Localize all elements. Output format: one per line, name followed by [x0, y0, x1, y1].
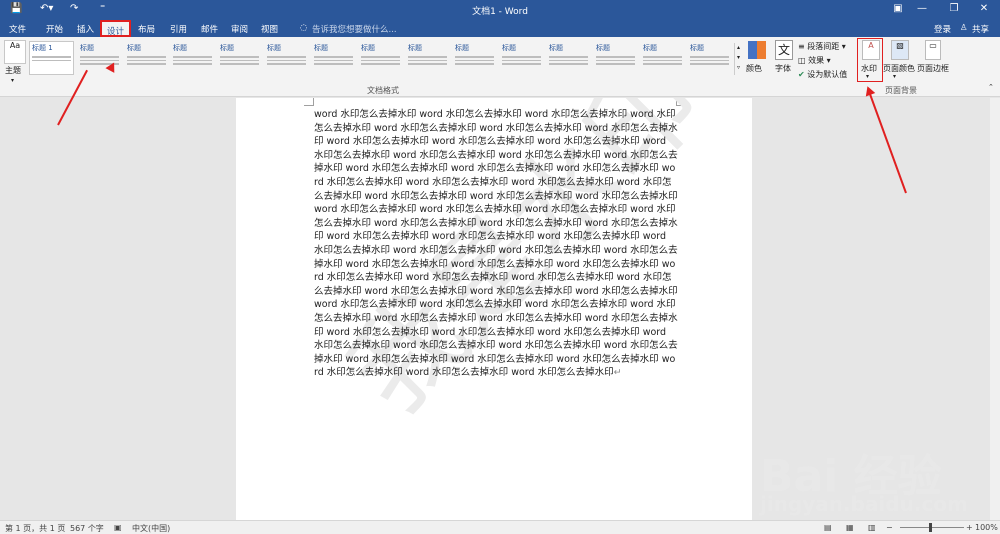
paragraph-spacing-button[interactable]: ≡ 段落间距 ▾: [798, 41, 846, 52]
minimize-icon[interactable]: —: [912, 3, 932, 14]
title-bar: 💾 ↶▾ ↷ ⁼ 文档1 - Word ▣ — ❐ ✕: [0, 0, 1000, 20]
style-set-title: 标题: [127, 44, 141, 52]
style-set-item[interactable]: 标题: [311, 41, 356, 75]
lightbulb-icon: ◌: [300, 23, 308, 33]
set-default-button[interactable]: ✔ 设为默认值: [798, 69, 847, 80]
style-set-item[interactable]: 标题 1: [29, 41, 74, 75]
restore-icon[interactable]: ❐: [944, 3, 964, 14]
page-color-icon[interactable]: ▧: [891, 40, 909, 60]
page-color-dropdown-icon[interactable]: ▾: [893, 73, 896, 80]
baidu-url: jingyan.baidu.com: [760, 492, 968, 516]
fonts-icon[interactable]: 文: [775, 40, 793, 60]
style-set-item[interactable]: 标题: [217, 41, 262, 75]
style-set-title: 标题: [643, 44, 657, 52]
style-set-title: 标题: [267, 44, 281, 52]
read-mode-icon[interactable]: ▤: [824, 523, 832, 532]
zoom-slider[interactable]: [900, 527, 964, 528]
style-set-item[interactable]: 标题: [640, 41, 685, 75]
zoom-level[interactable]: 100%: [975, 523, 998, 532]
style-set-title: 标题: [80, 44, 94, 52]
tab-mailings[interactable]: 邮件: [201, 23, 218, 35]
signin-link[interactable]: 登录: [934, 23, 951, 35]
style-set-item[interactable]: 标题: [452, 41, 497, 75]
style-set-title: 标题: [549, 44, 563, 52]
theme-icon[interactable]: Aa: [4, 40, 26, 64]
style-set-item[interactable]: 标题: [546, 41, 591, 75]
proofing-icon[interactable]: ▣: [114, 523, 122, 532]
close-icon[interactable]: ✕: [974, 3, 994, 14]
style-set-title: 标题: [314, 44, 328, 52]
page-color-button[interactable]: 页面颜色: [883, 63, 915, 74]
effects-label: 效果: [808, 56, 825, 65]
zoom-slider-thumb[interactable]: [929, 523, 932, 532]
style-set-title: 标题: [408, 44, 422, 52]
style-set-title: 标题: [455, 44, 469, 52]
window-title: 文档1 - Word: [472, 7, 528, 17]
style-set-title: 标题: [690, 44, 704, 52]
style-set-title: 标题: [220, 44, 234, 52]
style-set-item[interactable]: 标题: [499, 41, 544, 75]
person-icon: ♙: [960, 23, 968, 33]
document-page[interactable]: 我是水印 word 水印怎么去掉水印 word 水印怎么去掉水印 word 水印…: [236, 98, 752, 520]
style-set-title: 标题: [502, 44, 516, 52]
web-layout-icon[interactable]: ▥: [868, 523, 876, 532]
tab-insert[interactable]: 插入: [77, 23, 94, 35]
group-label-doc-format: 文档格式: [367, 86, 399, 95]
style-set-item[interactable]: 标题: [264, 41, 309, 75]
paragraph-mark-icon: ↵: [613, 367, 622, 379]
zoom-out-icon[interactable]: −: [886, 523, 893, 532]
ribbon-display-options-icon[interactable]: ▣: [888, 3, 908, 14]
page-border-icon[interactable]: ▭: [925, 40, 941, 60]
page-border-button[interactable]: 页面边框: [917, 63, 949, 74]
tab-view[interactable]: 视图: [261, 23, 278, 35]
body-paragraph: word 水印怎么去掉水印 word 水印怎么去掉水印 word 水印怎么去掉水…: [314, 109, 678, 379]
themes-button[interactable]: 主题: [5, 65, 21, 76]
document-body-text[interactable]: word 水印怎么去掉水印 word 水印怎么去掉水印 word 水印怎么去掉水…: [314, 108, 678, 380]
tab-review[interactable]: 审阅: [231, 23, 248, 35]
style-set-item[interactable]: 标题: [405, 41, 450, 75]
check-icon: ✔: [798, 70, 805, 79]
style-set-item[interactable]: 标题: [687, 41, 732, 75]
style-set-title: 标题 1: [32, 44, 53, 52]
watermark-highlight-box: [857, 38, 883, 82]
share-button[interactable]: 共享: [972, 23, 989, 35]
margin-corner: [304, 98, 314, 106]
paragraph-spacing-label: 段落间距: [807, 42, 840, 51]
style-set-title: 标题: [173, 44, 187, 52]
vertical-scrollbar[interactable]: [990, 98, 1000, 520]
tab-layout[interactable]: 布局: [138, 23, 155, 35]
tab-home[interactable]: 开始: [46, 23, 63, 35]
style-set-item[interactable]: 标题: [358, 41, 403, 75]
style-set-title: 标题: [361, 44, 375, 52]
style-set-title: 标题: [596, 44, 610, 52]
word-count[interactable]: 567 个字: [70, 523, 104, 534]
page-count[interactable]: 第 1 页，共 1 页: [5, 523, 65, 534]
status-bar: 第 1 页，共 1 页 567 个字 ▣ 中文(中国) ▤ ▦ ▥ − + 10…: [0, 520, 1000, 534]
tell-me-input[interactable]: 告诉我您想要做什么...: [312, 23, 397, 35]
colors-button[interactable]: 颜色: [746, 63, 762, 74]
collapse-ribbon-icon[interactable]: ⌃: [988, 83, 994, 91]
tab-file[interactable]: 文件: [9, 23, 26, 35]
zoom-in-icon[interactable]: +: [966, 523, 973, 532]
set-default-label: 设为默认值: [807, 70, 848, 79]
tab-references[interactable]: 引用: [170, 23, 187, 35]
style-set-item[interactable]: 标题: [170, 41, 215, 75]
ribbon: Aa 主题 ▾ 标题 1 标题 标题 标题 标题 标题 标题 标题 标题 标题 …: [0, 37, 1000, 97]
effects-button[interactable]: ◫ 效果 ▾: [798, 55, 831, 66]
fonts-button[interactable]: 字体: [775, 63, 791, 74]
tab-design[interactable]: 设计: [100, 20, 132, 37]
colors-icon[interactable]: [748, 41, 766, 59]
group-label-page-background: 页面背景: [885, 86, 917, 95]
chevron-down-icon[interactable]: ▾: [11, 77, 14, 84]
language-indicator[interactable]: 中文(中国): [132, 523, 170, 534]
ribbon-tab-bar: 文件 开始 插入 设计 布局 引用 邮件 审阅 视图 ◌ 告诉我您想要做什么..…: [0, 20, 1000, 37]
style-set-item[interactable]: 标题: [593, 41, 638, 75]
style-set-item[interactable]: 标题: [124, 41, 169, 75]
gallery-scroll-icon[interactable]: ▴ ▾ ▿: [734, 43, 742, 75]
print-layout-icon[interactable]: ▦: [846, 523, 854, 532]
